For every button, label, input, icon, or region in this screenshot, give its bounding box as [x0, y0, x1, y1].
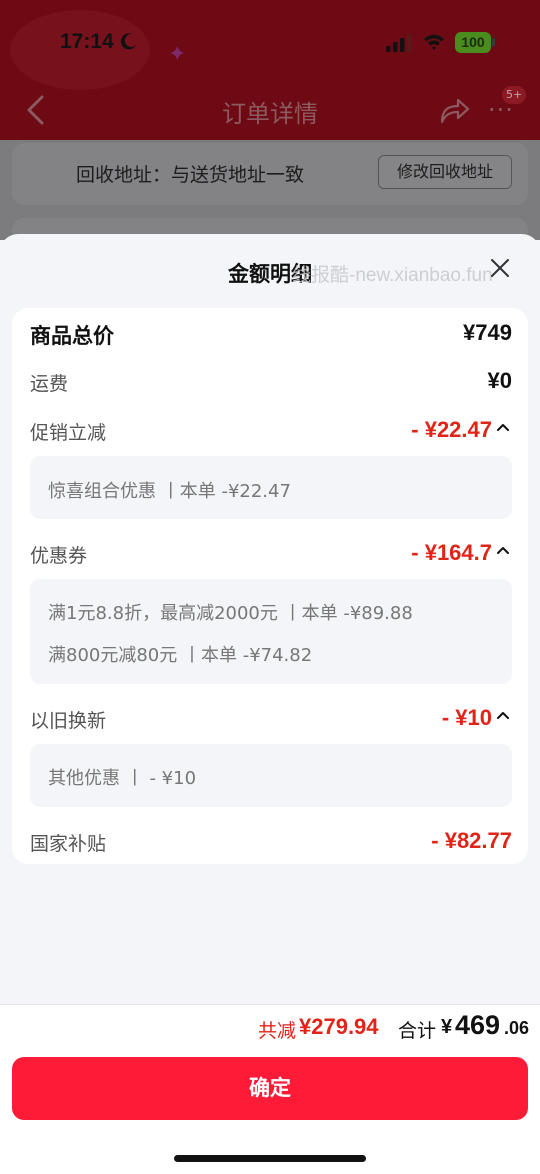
promotion-item: 惊喜组合优惠 丨本单 -¥22.47: [48, 481, 291, 502]
chevron-up-icon[interactable]: [496, 422, 510, 432]
total-amount-decimal: .06: [504, 1018, 530, 1038]
notification-badge: 5+: [502, 86, 527, 104]
coupon-label: 优惠券: [30, 545, 88, 567]
total-saved-value: ¥279.94: [299, 1014, 379, 1039]
promotion-label: 促销立减: [30, 422, 107, 444]
status-time: 17:14: [60, 30, 114, 53]
coupon-value[interactable]: - ¥164.7: [411, 540, 492, 566]
moon-icon: [120, 33, 136, 50]
total-currency: ¥: [441, 1016, 453, 1038]
chevron-up-icon[interactable]: [496, 545, 510, 555]
goods-total-value: ¥749: [463, 320, 512, 345]
chevron-up-icon[interactable]: [496, 710, 510, 720]
tradein-value[interactable]: - ¥10: [442, 705, 492, 731]
recycle-address-text: 回收地址：与送货地址一致: [76, 164, 305, 186]
coupon-item: 满1元8.8折，最高减2000元 丨本单 -¥89.88: [48, 603, 413, 624]
tradein-label: 以旧换新: [30, 710, 107, 732]
close-icon[interactable]: [488, 256, 512, 280]
share-icon[interactable]: [438, 94, 470, 126]
signal-icon: [386, 34, 412, 52]
total-amount-integer: 469: [455, 1010, 501, 1040]
battery-indicator: 100: [455, 32, 491, 53]
tradein-item: 其他优惠 丨 - ¥10: [48, 768, 197, 789]
confirm-button[interactable]: 确定: [12, 1057, 528, 1120]
edit-address-button[interactable]: 修改回收地址: [378, 155, 512, 189]
goods-total-label: 商品总价: [30, 324, 114, 348]
total-saved-label: 共减: [258, 1020, 297, 1042]
subsidy-label: 国家补贴: [30, 833, 107, 855]
coupon-item: 满800元减80元 丨本单 -¥74.82: [48, 645, 313, 666]
watermark: 线报酷-new.xianbao.fun: [292, 265, 493, 286]
promotion-value[interactable]: - ¥22.47: [411, 417, 492, 443]
shipping-label: 运费: [30, 373, 69, 395]
sparkle-icon: ✦: [168, 42, 187, 67]
subsidy-value: - ¥82.77: [431, 828, 512, 853]
shipping-value: ¥0: [487, 368, 512, 393]
total-label: 合计: [398, 1020, 437, 1042]
coupon-detail-box: [30, 579, 512, 684]
wifi-icon: [424, 34, 444, 50]
home-indicator: [174, 1155, 366, 1162]
battery-tip: [492, 38, 495, 46]
